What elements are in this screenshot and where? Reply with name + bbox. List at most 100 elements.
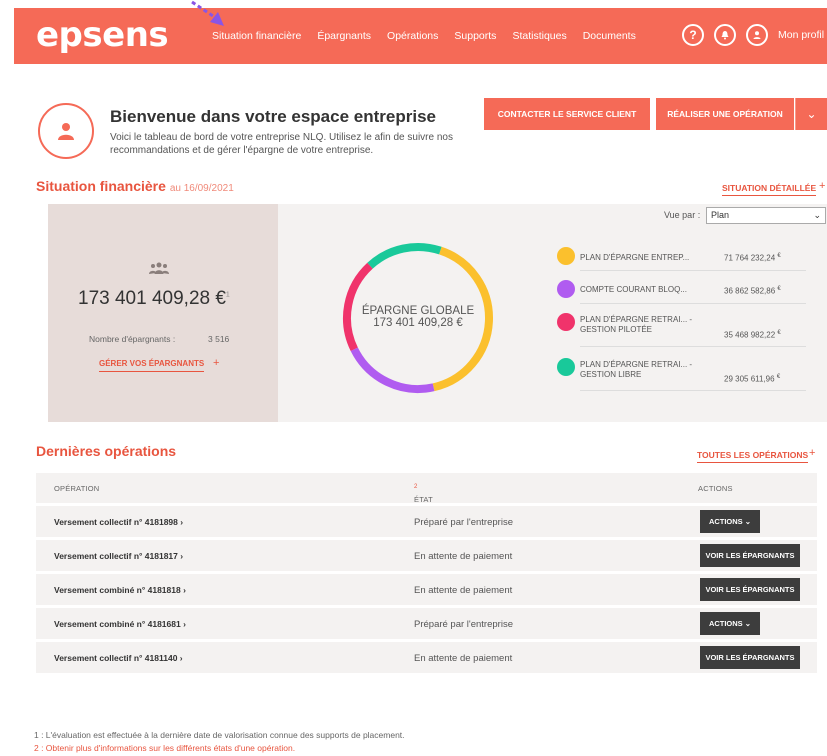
table-row: Versement collectif n° 4181817 › En atte… (36, 537, 817, 571)
help-icon[interactable]: ? (682, 24, 704, 46)
main-nav: Situation financière Épargnants Opératio… (212, 30, 636, 42)
nav-documents[interactable]: Documents (583, 30, 636, 42)
actions-dropdown-button[interactable]: ACTIONS ⌄ (700, 612, 760, 635)
operation-link[interactable]: Versement collectif n° 4181140 › (54, 653, 183, 663)
actions-dropdown-button[interactable]: ACTIONS ⌄ (700, 510, 760, 533)
donut-segment-3 (367, 243, 442, 269)
savers-count-label: Nombre d'épargnants : (89, 334, 176, 344)
table-row: Versement combiné n° 4181818 › En attent… (36, 571, 817, 605)
legend-name-ccb: COMPTE COURANT BLOQ... (580, 285, 687, 294)
legend-name-per-pilotee: PLAN D'ÉPARGNE RETRAI... - GESTION PILOT… (580, 315, 693, 334)
all-operations-link[interactable]: TOUTES LES OPÉRATIONS (697, 450, 809, 463)
nav-situation-financiere[interactable]: Situation financière (212, 30, 301, 42)
currency: € (776, 374, 781, 380)
legend-dot-pee (557, 247, 575, 265)
company-avatar (38, 103, 94, 159)
left-margin (0, 0, 14, 756)
view-by-select[interactable]: Plan ⌄ (706, 207, 826, 224)
financial-date: au 16/09/2021 (169, 183, 234, 194)
nav-statistiques[interactable]: Statistiques (512, 30, 566, 42)
operation-link[interactable]: Versement combiné n° 4181681 › (54, 619, 186, 629)
table-row: Versement collectif n° 4181140 › En atte… (36, 639, 817, 673)
annotation-arrow-icon (191, 0, 224, 26)
financial-title-text: Situation financière (36, 178, 166, 194)
table-row: Versement combiné n° 4181681 › Préparé p… (36, 605, 817, 639)
donut-title: ÉPARGNE GLOBALE (361, 305, 475, 317)
header-icons: ? Mon profil (682, 24, 824, 46)
operation-link[interactable]: Versement collectif n° 4181898 › (54, 517, 183, 527)
legend-divider (580, 390, 806, 391)
plus-icon: + (213, 357, 220, 369)
view-savers-button[interactable]: VOIR LES ÉPARGNANTS (700, 578, 800, 601)
table-row: Versement collectif n° 4181898 › Préparé… (36, 503, 817, 537)
currency: € (777, 286, 781, 292)
legend-value-ccb: 36 862 582,86 € (724, 286, 781, 296)
view-by-label: Vue par : (664, 210, 701, 220)
operation-state: En attente de paiement (414, 653, 513, 664)
welcome-title: Bienvenue dans votre espace entreprise (110, 107, 436, 126)
col-state: ÉTAT 2 (414, 484, 433, 504)
legend-value-per-pilotee: 35 468 982,22 € (724, 330, 781, 340)
donut-center-label: ÉPARGNE GLOBALE 173 401 409,28 € (340, 305, 496, 329)
footnote-ref-1: 1 (225, 291, 230, 299)
operation-state: En attente de paiement (414, 585, 513, 596)
legend-divider (580, 346, 806, 347)
plus-icon: + (819, 180, 826, 192)
donut-segment-1 (350, 347, 435, 393)
view-savers-button[interactable]: VOIR LES ÉPARGNANTS (700, 544, 800, 567)
legend-divider (580, 270, 806, 271)
nav-supports[interactable]: Supports (454, 30, 496, 42)
col-operation: OPÉRATION (54, 484, 100, 493)
legend-dot-per-pilotee (557, 313, 575, 331)
group-users-icon (149, 262, 169, 274)
operation-link[interactable]: Versement collectif n° 4181817 › (54, 551, 183, 561)
notification-bell-icon[interactable] (714, 24, 736, 46)
legend-name-per-libre: PLAN D'ÉPARGNE RETRAI... - GESTION LIBRE (580, 360, 693, 379)
plus-icon: + (809, 447, 816, 459)
detailed-situation-link[interactable]: SITUATION DÉTAILLÉE (722, 183, 817, 196)
chevron-down-icon: ⌄ (813, 210, 821, 220)
nav-operations[interactable]: Opérations (387, 30, 438, 42)
footnote-1: 1 : L'évaluation est effectuée à la dern… (34, 730, 405, 740)
legend-value-text: 36 862 582,86 (724, 286, 776, 296)
currency: € (777, 330, 781, 336)
legend-value-text: 35 468 982,22 (724, 330, 776, 340)
operation-state: Préparé par l'entreprise (414, 517, 513, 528)
legend-dot-per-libre (557, 358, 575, 376)
total-savings-card (48, 204, 278, 422)
operations-section-title: Dernières opérations (36, 443, 177, 459)
legend-value-text: 71 764 232,24 (724, 253, 776, 263)
footnote-2-link[interactable]: 2 : Obtenir plus d'informations sur les … (34, 743, 295, 753)
operation-dropdown-chevron-icon[interactable]: ⌄ (795, 98, 827, 130)
profile-link[interactable]: Mon profil (778, 29, 824, 41)
person-icon (58, 123, 74, 140)
legend-value-pee: 71 764 232,24 € (724, 253, 781, 263)
welcome-description: Voici le tableau de bord de votre entrep… (110, 132, 453, 156)
operations-table: OPÉRATION ÉTAT 2 ACTIONS Versement collec… (36, 473, 817, 673)
nav-epargnants[interactable]: Épargnants (317, 30, 371, 42)
col-actions: ACTIONS (698, 484, 733, 493)
legend-dot-ccb (557, 280, 575, 298)
legend-name-pee: PLAN D'ÉPARGNE ENTREP... (580, 253, 690, 262)
operation-link[interactable]: Versement combiné n° 4181818 › (54, 585, 186, 595)
legend-divider (580, 303, 806, 304)
table-header: OPÉRATION ÉTAT 2 ACTIONS (36, 473, 817, 504)
legend-value-per-libre: 29 305 611,96 € (724, 374, 780, 384)
donut-amount: 173 401 409,28 € (373, 317, 463, 329)
brand-logo[interactable]: epsens (36, 15, 169, 55)
legend-value-text: 29 305 611,96 (724, 374, 775, 384)
top-navigation-bar: epsens Situation financière Épargnants O… (14, 8, 827, 64)
view-savers-button[interactable]: VOIR LES ÉPARGNANTS (700, 646, 800, 669)
make-operation-button[interactable]: RÉALISER UNE OPÉRATION (656, 98, 794, 130)
financial-section-title: Situation financière au 16/09/2021 (36, 178, 234, 194)
user-profile-icon[interactable] (746, 24, 768, 46)
contact-service-button[interactable]: CONTACTER LE SERVICE CLIENT (484, 98, 650, 130)
total-amount-text: 173 401 409,28 € (78, 288, 226, 309)
currency: € (777, 253, 781, 259)
view-by-selected: Plan (711, 210, 730, 220)
manage-savers-link[interactable]: GÉRER VOS ÉPARGNANTS (99, 359, 205, 372)
savers-count-value: 3 516 (208, 334, 230, 344)
operation-state: En attente de paiement (414, 551, 513, 562)
operation-state: Préparé par l'entreprise (414, 619, 513, 630)
footnote-ref-2: 2 (414, 484, 418, 490)
